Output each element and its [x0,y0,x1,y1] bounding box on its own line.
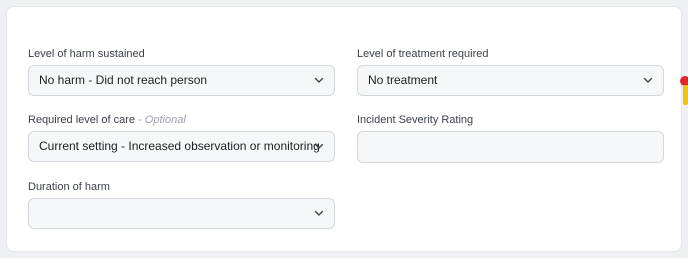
harm-sustained-value: No harm - Did not reach person [39,73,208,87]
severity-rating-field: Incident Severity Rating [357,113,664,163]
care-level-field: Required level of care - Optional Curren… [28,113,335,163]
marker-bar [683,85,688,105]
severity-rating-label: Incident Severity Rating [357,114,474,126]
harm-details-card: Level of harm sustained No harm - Did no… [6,6,682,252]
care-level-label-text: Required level of care [28,114,136,126]
chevron-down-icon [643,76,653,84]
treatment-required-value: No treatment [368,73,438,87]
harm-sustained-label: Level of harm sustained [28,48,145,60]
severity-rating-input[interactable] [357,131,664,163]
care-level-label: Required level of care - Optional [28,113,335,127]
chevron-down-icon [314,76,324,84]
treatment-required-select[interactable]: No treatment [357,65,664,96]
edge-marker [680,76,688,106]
care-level-select[interactable]: Current setting - Increased observation … [28,131,335,162]
harm-sustained-select[interactable]: No harm - Did not reach person [28,65,335,96]
chevron-down-icon [314,209,324,217]
treatment-required-label: Level of treatment required [357,48,489,60]
harm-sustained-field: Level of harm sustained No harm - Did no… [28,47,335,97]
chevron-down-icon [314,142,324,150]
duration-of-harm-select[interactable] [28,198,335,229]
care-level-value: Current setting - Increased observation … [39,139,320,153]
optional-tag: - Optional [138,114,186,126]
duration-of-harm-label: Duration of harm [28,181,110,193]
duration-of-harm-field: Duration of harm [28,180,335,230]
treatment-required-field: Level of treatment required No treatment [357,47,664,97]
